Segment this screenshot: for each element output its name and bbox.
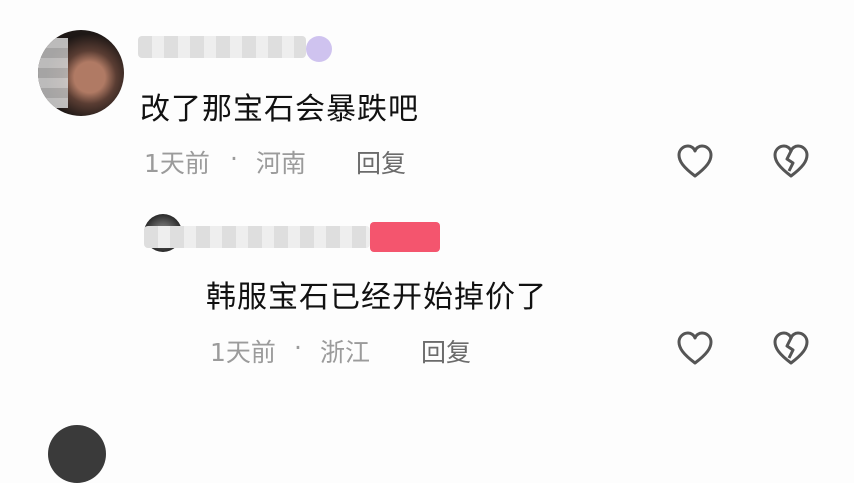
comment-text: 改了那宝石会暴跌吧 <box>140 92 419 127</box>
comment-time: 1天前 <box>144 149 210 178</box>
meta-separator: · <box>230 144 238 173</box>
username-blurred[interactable] <box>144 226 370 248</box>
heart-icon[interactable] <box>675 329 715 369</box>
comment-time: 1天前 <box>210 338 276 367</box>
user-badge <box>370 222 440 252</box>
comment-text: 韩服宝石已经开始掉价了 <box>206 280 547 315</box>
avatar[interactable] <box>38 30 124 116</box>
reply-button[interactable]: 回复 <box>421 333 471 369</box>
comment-location: 河南 <box>256 149 307 178</box>
user-badge-icon <box>306 36 332 62</box>
broken-heart-icon[interactable] <box>771 329 811 369</box>
heart-icon[interactable] <box>675 142 715 182</box>
meta-separator: · <box>294 333 302 362</box>
broken-heart-icon[interactable] <box>771 142 811 182</box>
avatar-mosaic <box>38 38 68 108</box>
avatar[interactable] <box>48 425 106 483</box>
username-blurred[interactable] <box>138 36 306 58</box>
comment-location: 浙江 <box>320 338 371 367</box>
reply-button[interactable]: 回复 <box>356 144 406 180</box>
